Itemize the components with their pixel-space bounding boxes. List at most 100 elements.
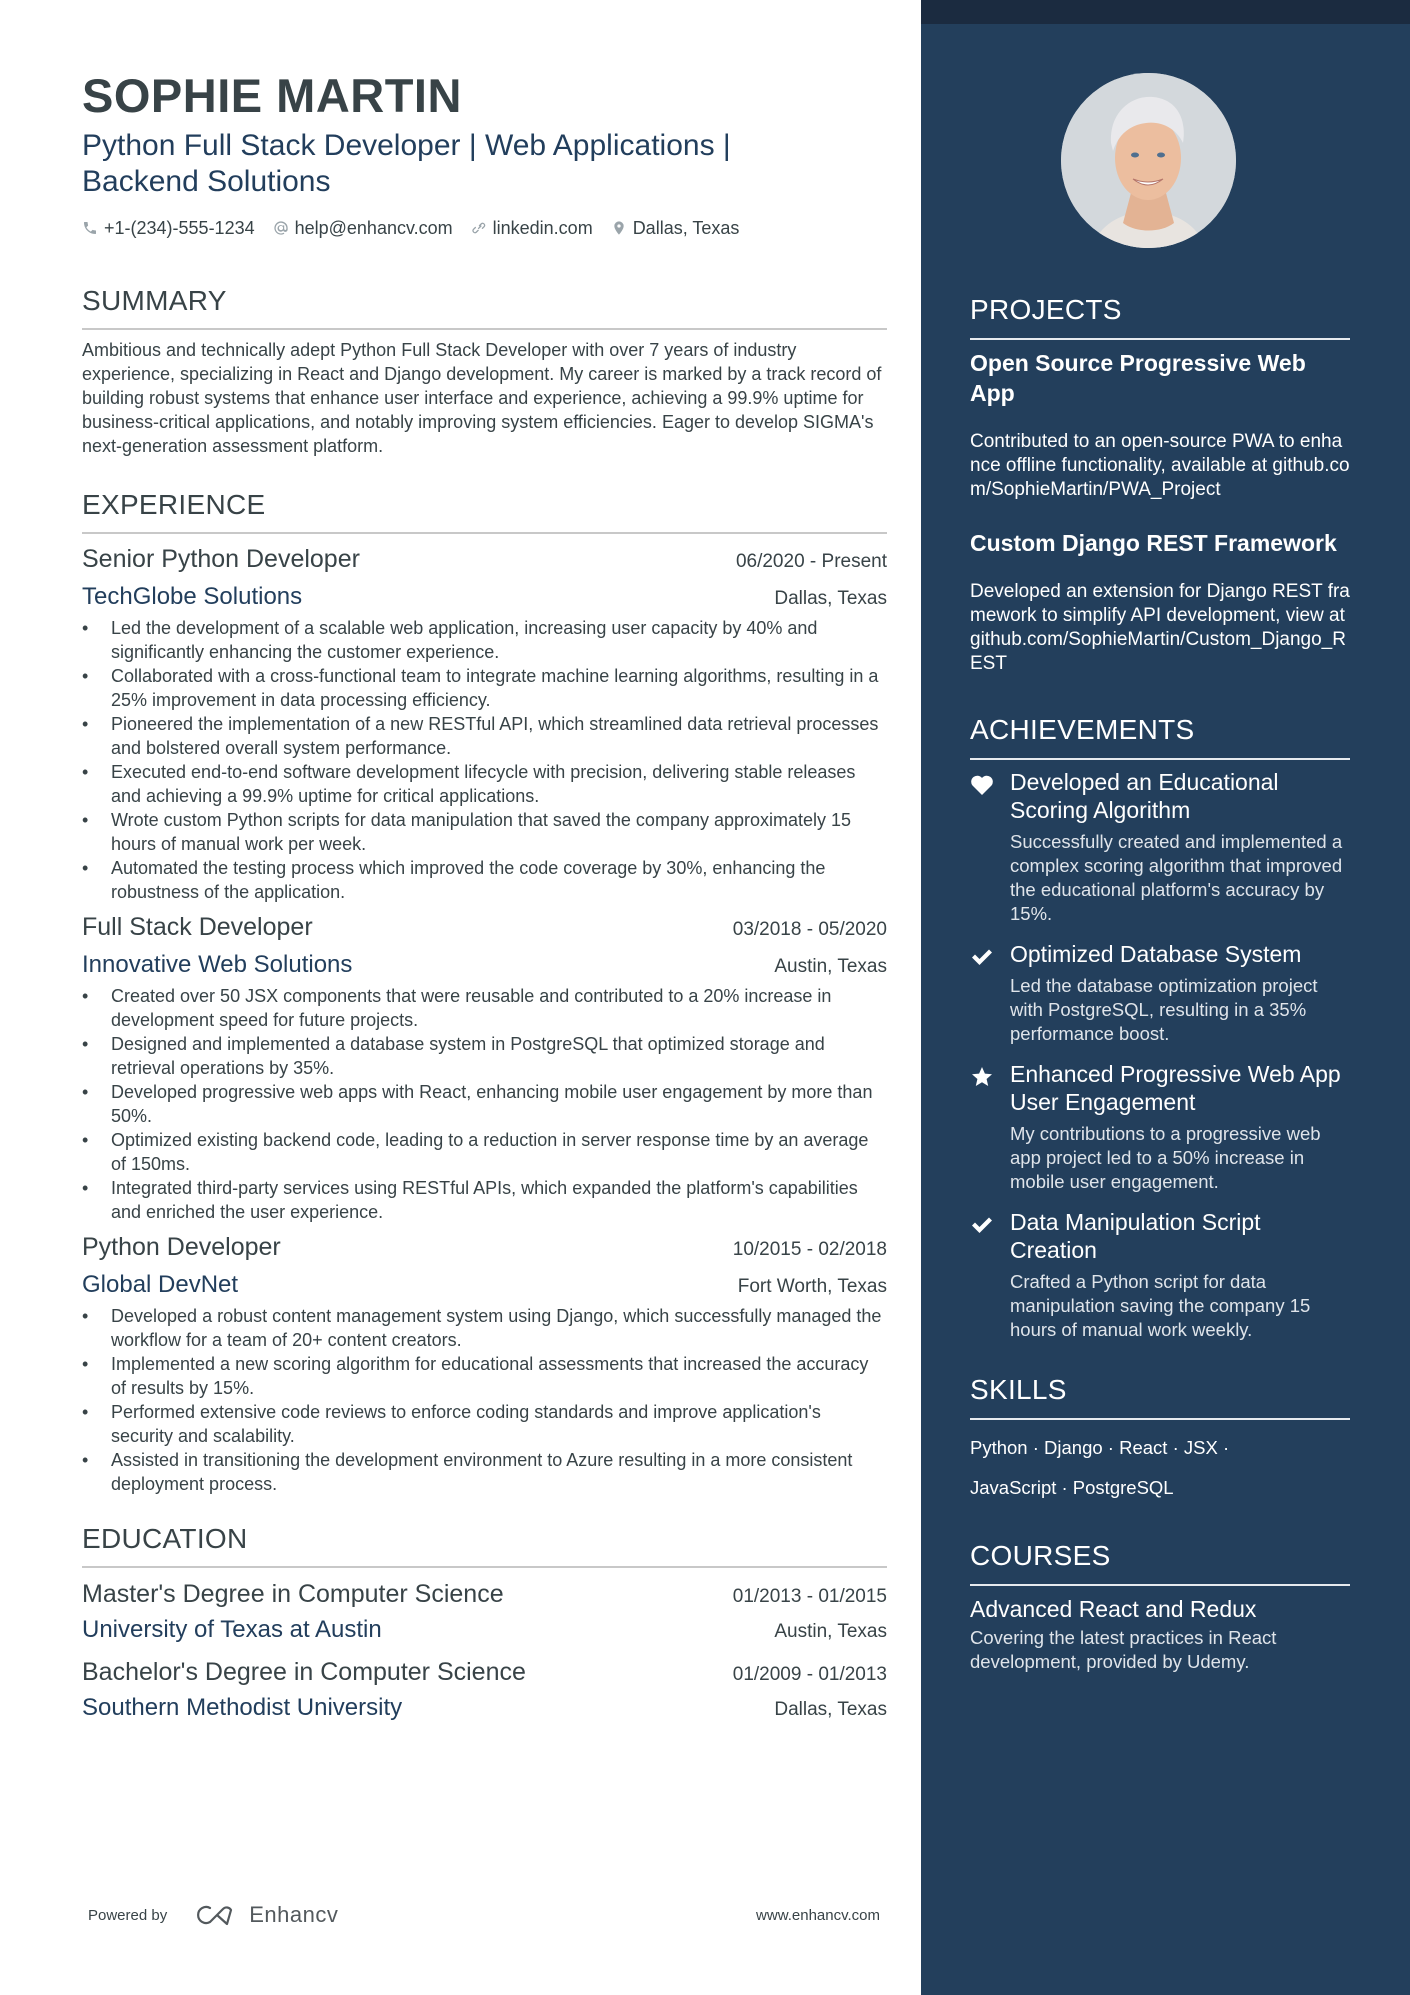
powered-by-label: Powered by — [88, 1906, 168, 1924]
enhancv-logo-icon — [197, 1905, 233, 1926]
job-bullets: Developed a robust content management sy… — [82, 1304, 887, 1496]
achievement-entry: Enhanced Progressive Web App User Engage… — [970, 1060, 1350, 1194]
project-entry: Open Source Progressive Web App Contribu… — [970, 348, 1350, 502]
education-dates: 01/2009 - 01/2013 — [732, 1664, 887, 1685]
email-address[interactable]: help@enhancv.com — [295, 216, 453, 240]
brand-name: Enhancv — [249, 1902, 339, 1927]
job-location: Dallas, Texas — [774, 588, 887, 609]
check-icon — [972, 949, 992, 965]
education-entry: Bachelor's Degree in Computer Science 01… — [82, 1654, 887, 1726]
contact-link[interactable]: linkedin.com — [471, 216, 593, 240]
phone-number: +1-(234)-555-1234 — [104, 218, 255, 238]
section-divider — [82, 532, 887, 534]
candidate-headline: Python Full Stack Developer | Web Applic… — [82, 129, 731, 198]
location-pin-icon — [614, 221, 624, 235]
phone-icon — [84, 222, 96, 234]
profile-link[interactable]: linkedin.com — [493, 216, 593, 240]
contact-email[interactable]: help@enhancv.com — [273, 216, 453, 240]
check-icon — [972, 1217, 992, 1233]
job-dates: 10/2015 - 02/2018 — [732, 1239, 887, 1260]
achievement-entry: Data Manipulation Script Creation Crafte… — [970, 1208, 1350, 1342]
achievement-description: Crafted a Python script for data manipul… — [1010, 1271, 1311, 1340]
achievement-title: Data Manipulation Script Creation — [1010, 1209, 1261, 1263]
school-location: Dallas, Texas — [774, 1699, 887, 1720]
experience-title: EXPERIENCE — [82, 489, 266, 520]
job-bullets: Led the development of a scalable web ap… — [82, 616, 887, 904]
education-section: EDUCATION Master's Degree in Computer Sc… — [82, 1522, 887, 1726]
star-icon — [972, 1067, 992, 1086]
bullet-item: Pioneered the implementation of a new RE… — [82, 712, 887, 760]
bullet-item: Wrote custom Python scripts for data man… — [82, 808, 887, 856]
profile-photo — [1061, 73, 1236, 248]
project-description: Developed an extension for Django REST f… — [970, 581, 1350, 674]
company-name: Global DevNet — [82, 1271, 239, 1298]
achievement-description: My contributions to a progressive web ap… — [1010, 1123, 1321, 1192]
summary-section: SUMMARY Ambitious and technically adept … — [82, 284, 887, 458]
bullet-item: Created over 50 JSX components that were… — [82, 984, 887, 1032]
education-title: EDUCATION — [82, 1523, 248, 1554]
courses-title: COURSES — [970, 1540, 1111, 1571]
degree-name: Bachelor's Degree in Computer Science — [82, 1658, 526, 1686]
job-location: Fort Worth, Texas — [737, 1276, 887, 1297]
bullet-item: Integrated third-party services using RE… — [82, 1176, 887, 1224]
section-divider — [970, 1584, 1350, 1586]
bullet-item: Assisted in transitioning the developmen… — [82, 1448, 887, 1496]
education-dates: 01/2013 - 01/2015 — [732, 1586, 887, 1607]
main-column: SOPHIE MARTIN Python Full Stack Develope… — [0, 0, 921, 1995]
bullet-item: Designed and implemented a database syst… — [82, 1032, 887, 1080]
bullet-item: Collaborated with a cross-functional tea… — [82, 664, 887, 712]
projects-title: PROJECTS — [970, 294, 1122, 325]
job-entry: Python Developer 10/2015 - 02/2018 Globa… — [82, 1230, 887, 1496]
job-dates: 03/2018 - 05/2020 — [732, 919, 887, 940]
course-description: Covering the latest practices in React d… — [970, 1627, 1277, 1672]
section-divider — [82, 328, 887, 330]
summary-title: SUMMARY — [82, 285, 227, 316]
bullet-item: Developed progressive web apps with Reac… — [82, 1080, 887, 1128]
achievement-entry: Optimized Database System Led the databa… — [970, 940, 1350, 1046]
resume-header: SOPHIE MARTIN Python Full Stack Develope… — [82, 68, 887, 240]
job-bullets: Created over 50 JSX components that were… — [82, 984, 887, 1224]
achievements-section: ACHIEVEMENTS Developed an Educational Sc… — [970, 712, 1350, 1342]
achievement-entry: Developed an Educational Scoring Algorit… — [970, 768, 1350, 926]
contact-info: +1-(234)-555-1234 help@enhancv.com linke… — [82, 216, 887, 240]
footer: Powered by Enhancv www.enhancv.com — [88, 1902, 880, 1928]
job-dates: 06/2020 - Present — [735, 551, 887, 572]
section-divider — [970, 338, 1350, 340]
skills-title: SKILLS — [970, 1374, 1067, 1405]
job-title: Senior Python Developer — [82, 545, 360, 573]
achievement-title: Optimized Database System — [1010, 941, 1302, 967]
bullet-item: Developed a robust content management sy… — [82, 1304, 887, 1352]
achievement-title: Enhanced Progressive Web App User Engage… — [1010, 1061, 1341, 1115]
bullet-item: Led the development of a scalable web ap… — [82, 616, 887, 664]
portrait-image — [1061, 73, 1236, 248]
sidebar: PROJECTS Open Source Progressive Web App… — [921, 0, 1410, 1995]
skills-list: Python · Django · React · JSX · — [970, 1437, 1230, 1458]
contact-location: Dallas, Texas — [611, 216, 740, 240]
bullet-item: Performed extensive code reviews to enfo… — [82, 1400, 887, 1448]
bullet-item: Automated the testing process which impr… — [82, 856, 887, 904]
experience-section: EXPERIENCE Senior Python Developer 06/20… — [82, 488, 887, 1496]
at-icon — [273, 221, 288, 235]
projects-section: PROJECTS Open Source Progressive Web App… — [970, 292, 1350, 676]
enhancv-logo[interactable]: Enhancv — [193, 1902, 338, 1928]
skills-list: JavaScript · PostgreSQL — [970, 1477, 1174, 1498]
achievement-title: Developed an Educational Scoring Algorit… — [1010, 769, 1279, 823]
achievement-description: Led the database optimization project wi… — [1010, 975, 1318, 1044]
candidate-name: SOPHIE MARTIN — [82, 69, 462, 122]
heart-icon — [971, 775, 993, 795]
job-title: Python Developer — [82, 1233, 281, 1261]
location-text: Dallas, Texas — [632, 218, 740, 238]
job-entry: Senior Python Developer 06/2020 - Presen… — [82, 542, 887, 904]
section-divider — [82, 1566, 887, 1568]
website-link[interactable]: www.enhancv.com — [756, 1907, 880, 1924]
school-name: University of Texas at Austin — [82, 1616, 382, 1643]
education-entry: Master's Degree in Computer Science 01/2… — [82, 1576, 887, 1648]
achievements-title: ACHIEVEMENTS — [970, 714, 1195, 745]
project-title: Open Source Progressive Web App — [970, 350, 1306, 406]
courses-section: COURSES Advanced React and Redux Coverin… — [970, 1538, 1350, 1674]
job-title: Full Stack Developer — [82, 913, 313, 941]
bullet-item: Optimized existing backend code, leading… — [82, 1128, 887, 1176]
degree-name: Master's Degree in Computer Science — [82, 1580, 504, 1608]
contact-phone: +1-(234)-555-1234 — [82, 216, 255, 240]
summary-text: Ambitious and technically adept Python F… — [82, 340, 882, 456]
